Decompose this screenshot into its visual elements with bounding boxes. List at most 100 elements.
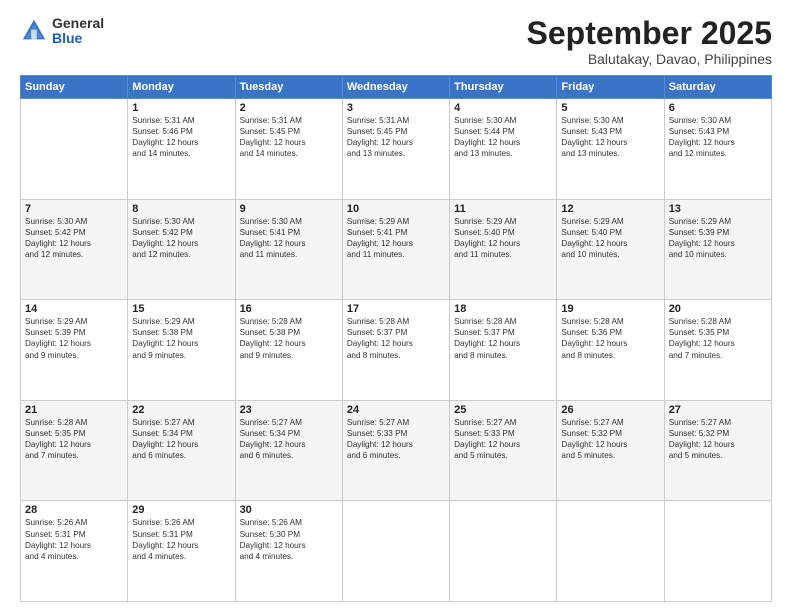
day-info: Sunrise: 5:28 AMSunset: 5:37 PMDaylight:… [454, 316, 552, 360]
day-info: Sunrise: 5:31 AMSunset: 5:45 PMDaylight:… [240, 115, 338, 159]
calendar-header-saturday: Saturday [664, 76, 771, 99]
calendar-cell: 28Sunrise: 5:26 AMSunset: 5:31 PMDayligh… [21, 501, 128, 602]
calendar-cell: 14Sunrise: 5:29 AMSunset: 5:39 PMDayligh… [21, 300, 128, 401]
day-info: Sunrise: 5:27 AMSunset: 5:34 PMDaylight:… [240, 417, 338, 461]
calendar-cell [21, 99, 128, 200]
day-info: Sunrise: 5:28 AMSunset: 5:36 PMDaylight:… [561, 316, 659, 360]
day-number: 17 [347, 303, 445, 315]
calendar-cell: 21Sunrise: 5:28 AMSunset: 5:35 PMDayligh… [21, 400, 128, 501]
day-number: 23 [240, 404, 338, 416]
calendar-header-sunday: Sunday [21, 76, 128, 99]
calendar-cell: 5Sunrise: 5:30 AMSunset: 5:43 PMDaylight… [557, 99, 664, 200]
calendar-cell: 17Sunrise: 5:28 AMSunset: 5:37 PMDayligh… [342, 300, 449, 401]
calendar-cell: 4Sunrise: 5:30 AMSunset: 5:44 PMDaylight… [450, 99, 557, 200]
day-info: Sunrise: 5:29 AMSunset: 5:40 PMDaylight:… [454, 216, 552, 260]
day-number: 16 [240, 303, 338, 315]
calendar-cell: 23Sunrise: 5:27 AMSunset: 5:34 PMDayligh… [235, 400, 342, 501]
day-number: 30 [240, 504, 338, 516]
calendar-cell [557, 501, 664, 602]
calendar-cell: 24Sunrise: 5:27 AMSunset: 5:33 PMDayligh… [342, 400, 449, 501]
day-info: Sunrise: 5:26 AMSunset: 5:30 PMDaylight:… [240, 517, 338, 561]
day-number: 11 [454, 203, 552, 215]
day-number: 6 [669, 102, 767, 114]
calendar-cell: 9Sunrise: 5:30 AMSunset: 5:41 PMDaylight… [235, 199, 342, 300]
logo: General Blue [20, 16, 104, 47]
day-number: 10 [347, 203, 445, 215]
day-info: Sunrise: 5:26 AMSunset: 5:31 PMDaylight:… [132, 517, 230, 561]
title-block: September 2025 Balutakay, Davao, Philipp… [527, 16, 772, 67]
day-number: 29 [132, 504, 230, 516]
calendar-header-thursday: Thursday [450, 76, 557, 99]
day-info: Sunrise: 5:28 AMSunset: 5:35 PMDaylight:… [25, 417, 123, 461]
day-number: 14 [25, 303, 123, 315]
calendar-cell: 2Sunrise: 5:31 AMSunset: 5:45 PMDaylight… [235, 99, 342, 200]
month-title: September 2025 [527, 16, 772, 51]
calendar-header-row: SundayMondayTuesdayWednesdayThursdayFrid… [21, 76, 772, 99]
calendar-header-monday: Monday [128, 76, 235, 99]
day-number: 21 [25, 404, 123, 416]
day-number: 12 [561, 203, 659, 215]
calendar-cell: 12Sunrise: 5:29 AMSunset: 5:40 PMDayligh… [557, 199, 664, 300]
day-number: 8 [132, 203, 230, 215]
day-info: Sunrise: 5:29 AMSunset: 5:38 PMDaylight:… [132, 316, 230, 360]
day-number: 20 [669, 303, 767, 315]
logo-text: General Blue [52, 16, 104, 47]
day-info: Sunrise: 5:28 AMSunset: 5:35 PMDaylight:… [669, 316, 767, 360]
calendar-week-3: 14Sunrise: 5:29 AMSunset: 5:39 PMDayligh… [21, 300, 772, 401]
calendar-cell: 16Sunrise: 5:28 AMSunset: 5:38 PMDayligh… [235, 300, 342, 401]
calendar-cell: 3Sunrise: 5:31 AMSunset: 5:45 PMDaylight… [342, 99, 449, 200]
day-info: Sunrise: 5:29 AMSunset: 5:39 PMDaylight:… [669, 216, 767, 260]
day-number: 26 [561, 404, 659, 416]
location: Balutakay, Davao, Philippines [527, 51, 772, 67]
day-info: Sunrise: 5:27 AMSunset: 5:34 PMDaylight:… [132, 417, 230, 461]
calendar-cell: 8Sunrise: 5:30 AMSunset: 5:42 PMDaylight… [128, 199, 235, 300]
calendar-week-5: 28Sunrise: 5:26 AMSunset: 5:31 PMDayligh… [21, 501, 772, 602]
calendar-cell [450, 501, 557, 602]
calendar-cell [342, 501, 449, 602]
day-info: Sunrise: 5:30 AMSunset: 5:41 PMDaylight:… [240, 216, 338, 260]
calendar-cell: 18Sunrise: 5:28 AMSunset: 5:37 PMDayligh… [450, 300, 557, 401]
day-number: 3 [347, 102, 445, 114]
calendar-cell: 27Sunrise: 5:27 AMSunset: 5:32 PMDayligh… [664, 400, 771, 501]
calendar-cell: 1Sunrise: 5:31 AMSunset: 5:46 PMDaylight… [128, 99, 235, 200]
day-number: 25 [454, 404, 552, 416]
page: General Blue September 2025 Balutakay, D… [0, 0, 792, 612]
day-info: Sunrise: 5:30 AMSunset: 5:43 PMDaylight:… [561, 115, 659, 159]
day-number: 4 [454, 102, 552, 114]
day-info: Sunrise: 5:26 AMSunset: 5:31 PMDaylight:… [25, 517, 123, 561]
day-info: Sunrise: 5:27 AMSunset: 5:32 PMDaylight:… [561, 417, 659, 461]
logo-icon [20, 17, 48, 45]
calendar-week-4: 21Sunrise: 5:28 AMSunset: 5:35 PMDayligh… [21, 400, 772, 501]
calendar-cell: 19Sunrise: 5:28 AMSunset: 5:36 PMDayligh… [557, 300, 664, 401]
day-number: 22 [132, 404, 230, 416]
calendar-cell: 22Sunrise: 5:27 AMSunset: 5:34 PMDayligh… [128, 400, 235, 501]
day-number: 5 [561, 102, 659, 114]
day-info: Sunrise: 5:29 AMSunset: 5:40 PMDaylight:… [561, 216, 659, 260]
calendar-cell: 13Sunrise: 5:29 AMSunset: 5:39 PMDayligh… [664, 199, 771, 300]
day-number: 2 [240, 102, 338, 114]
day-info: Sunrise: 5:30 AMSunset: 5:43 PMDaylight:… [669, 115, 767, 159]
day-info: Sunrise: 5:30 AMSunset: 5:42 PMDaylight:… [25, 216, 123, 260]
calendar-cell: 20Sunrise: 5:28 AMSunset: 5:35 PMDayligh… [664, 300, 771, 401]
calendar-cell: 25Sunrise: 5:27 AMSunset: 5:33 PMDayligh… [450, 400, 557, 501]
day-number: 18 [454, 303, 552, 315]
day-number: 19 [561, 303, 659, 315]
day-info: Sunrise: 5:27 AMSunset: 5:33 PMDaylight:… [347, 417, 445, 461]
calendar-table: SundayMondayTuesdayWednesdayThursdayFrid… [20, 75, 772, 602]
day-info: Sunrise: 5:29 AMSunset: 5:39 PMDaylight:… [25, 316, 123, 360]
day-info: Sunrise: 5:31 AMSunset: 5:46 PMDaylight:… [132, 115, 230, 159]
day-info: Sunrise: 5:30 AMSunset: 5:42 PMDaylight:… [132, 216, 230, 260]
day-number: 24 [347, 404, 445, 416]
calendar-cell: 29Sunrise: 5:26 AMSunset: 5:31 PMDayligh… [128, 501, 235, 602]
calendar-header-tuesday: Tuesday [235, 76, 342, 99]
calendar-cell: 7Sunrise: 5:30 AMSunset: 5:42 PMDaylight… [21, 199, 128, 300]
calendar-cell: 10Sunrise: 5:29 AMSunset: 5:41 PMDayligh… [342, 199, 449, 300]
day-number: 28 [25, 504, 123, 516]
day-number: 1 [132, 102, 230, 114]
day-info: Sunrise: 5:31 AMSunset: 5:45 PMDaylight:… [347, 115, 445, 159]
header: General Blue September 2025 Balutakay, D… [20, 16, 772, 67]
day-number: 15 [132, 303, 230, 315]
calendar-cell: 11Sunrise: 5:29 AMSunset: 5:40 PMDayligh… [450, 199, 557, 300]
calendar-cell [664, 501, 771, 602]
calendar-week-1: 1Sunrise: 5:31 AMSunset: 5:46 PMDaylight… [21, 99, 772, 200]
